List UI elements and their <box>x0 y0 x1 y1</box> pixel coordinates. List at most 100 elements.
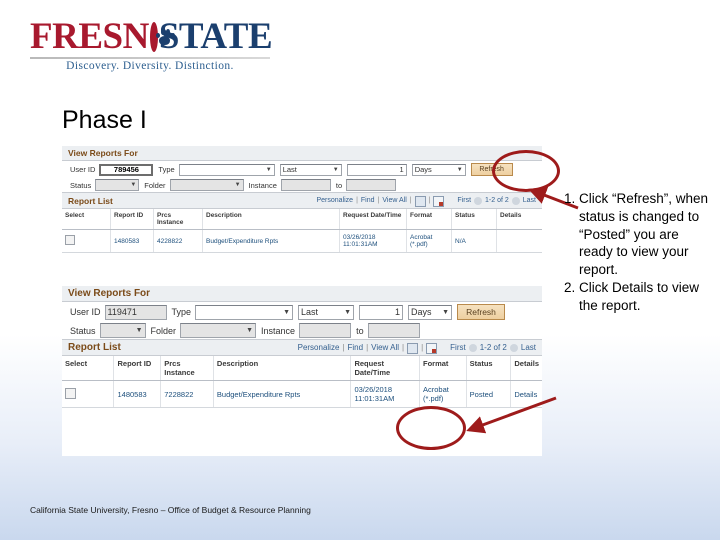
tool-separator: | <box>409 197 412 204</box>
row-details <box>496 229 542 253</box>
previous-arrow-icon[interactable] <box>474 196 483 205</box>
folder-label-bottom: Folder <box>150 325 177 336</box>
col-request-datetime: Request Date/Time <box>350 356 420 381</box>
col-prcs-instance: Prcs Instance <box>160 356 214 381</box>
table-row: 1480583 7228822 Budget/Expenditure Rpts … <box>62 380 542 408</box>
last-select-top[interactable]: Last ▼ <box>279 163 342 176</box>
details-link[interactable]: Details <box>510 380 542 408</box>
folder-select-top[interactable]: ▼ <box>169 179 244 191</box>
view-all-link-top[interactable]: View All <box>382 197 406 204</box>
chevron-down-icon: ▼ <box>283 308 291 316</box>
col-description: Description <box>213 356 352 381</box>
page-range-top: 1-2 of 2 <box>485 197 509 204</box>
col-format: Format <box>419 356 467 381</box>
next-arrow-icon[interactable] <box>509 343 518 352</box>
row-format: Acrobat (*.pdf) <box>419 380 467 408</box>
view-all-link-bottom[interactable]: View All <box>371 343 399 352</box>
row-report-id: 1480583 <box>113 380 162 408</box>
page-title: Phase I <box>62 106 147 134</box>
report-list-header-bottom: Report List Personalize | Find | View Al… <box>62 339 542 356</box>
grid-view-icon[interactable] <box>414 196 426 207</box>
report-list-table-top: Select Report ID Prcs Instance Descripti… <box>62 209 542 253</box>
row-select-cell <box>62 229 111 253</box>
table-header-row: Select Report ID Prcs Instance Descripti… <box>62 356 542 381</box>
personalize-link-top[interactable]: Personalize <box>317 197 354 204</box>
row-status: Posted <box>466 380 512 408</box>
days-select-bottom[interactable]: Days ▼ <box>408 304 453 320</box>
last-count-input-top[interactable]: 1 <box>346 163 407 176</box>
col-report-id: Report ID <box>113 356 162 381</box>
view-reports-for-header-top: View Reports For <box>62 146 542 161</box>
folder-label-top: Folder <box>144 180 166 190</box>
instance-label-bottom: Instance <box>261 325 296 336</box>
last-select-bottom[interactable]: Last ▼ <box>298 304 355 320</box>
user-id-input-top[interactable]: 789456 <box>99 163 154 176</box>
logo-text-fresno: FRESN <box>30 16 149 57</box>
type-select-bottom[interactable]: ▼ <box>195 304 294 320</box>
download-excel-icon[interactable] <box>426 343 438 354</box>
table-row: 1480583 4228822 Budget/Expenditure Rpts … <box>62 229 542 253</box>
next-arrow-icon[interactable] <box>511 196 520 205</box>
report-list-header-top: Report List Personalize | Find | View Al… <box>62 192 542 209</box>
to-label-top: to <box>335 180 343 190</box>
report-list-title-bottom: Report List <box>68 342 121 353</box>
criteria-row-2-bottom: Status ▼ Folder ▼ Instance to <box>62 321 542 339</box>
tool-separator: | <box>421 343 424 352</box>
instance-to-input-top[interactable] <box>346 179 397 191</box>
instance-label-top: Instance <box>248 180 277 190</box>
grid-view-icon[interactable] <box>407 343 419 354</box>
find-link-bottom[interactable]: Find <box>348 343 364 352</box>
type-select-top[interactable]: ▼ <box>178 163 275 176</box>
screenshot-panel-bottom: View Reports For User ID 119471 Type ▼ L… <box>62 286 542 456</box>
row-description: Budget/Expenditure Rpts <box>202 229 340 253</box>
report-list-tools-top: Personalize | Find | View All | | First … <box>317 195 536 207</box>
days-select-top[interactable]: Days ▼ <box>411 163 466 176</box>
row-prcs-instance: 4228822 <box>153 229 203 253</box>
report-list-pager-top: First 1-2 of 2 Last <box>457 196 536 205</box>
col-select: Select <box>62 209 111 230</box>
find-link-top[interactable]: Find <box>361 197 375 204</box>
type-label-top: Type <box>158 165 175 174</box>
col-select: Select <box>62 356 115 381</box>
report-list-title-top: Report List <box>68 195 113 206</box>
instruction-item-1: Click “Refresh”, when status is changed … <box>579 190 712 279</box>
fresno-state-logo: FRESN STATE Discovery. Diversity. Distinc… <box>30 16 273 72</box>
row-checkbox[interactable] <box>65 387 76 399</box>
annotation-ellipse-details <box>396 406 466 450</box>
last-link-top[interactable]: Last <box>523 197 536 204</box>
status-label-top: Status <box>70 180 92 190</box>
col-details: Details <box>496 209 542 230</box>
refresh-button-bottom[interactable]: Refresh <box>457 304 506 320</box>
type-label-bottom: Type <box>171 307 192 317</box>
first-link-top[interactable]: First <box>457 197 471 204</box>
row-select-cell <box>62 380 115 408</box>
user-id-input-bottom[interactable]: 119471 <box>104 304 167 320</box>
tool-separator: | <box>342 343 345 352</box>
annotation-ellipse-refresh <box>492 150 560 192</box>
status-select-bottom[interactable]: ▼ <box>99 323 146 338</box>
folder-select-bottom[interactable]: ▼ <box>180 323 257 338</box>
chevron-down-icon: ▼ <box>442 308 450 316</box>
previous-arrow-icon[interactable] <box>468 343 477 352</box>
personalize-link-bottom[interactable]: Personalize <box>298 343 340 352</box>
col-status: Status <box>466 356 512 381</box>
user-id-label-top: User ID <box>70 165 96 174</box>
view-reports-for-header-bottom: View Reports For <box>62 286 542 302</box>
to-label-bottom: to <box>356 325 364 336</box>
tool-separator: | <box>402 343 405 352</box>
instruction-item-2: Click Details to view the report. <box>579 279 712 315</box>
row-request-datetime: 03/26/2018 11:01:31AM <box>339 229 407 253</box>
last-count-input-bottom[interactable]: 1 <box>359 304 404 320</box>
chevron-down-icon: ▼ <box>135 327 143 334</box>
instance-input-top[interactable] <box>280 179 331 191</box>
tool-separator: | <box>356 197 358 204</box>
row-checkbox[interactable] <box>65 235 75 245</box>
first-link-bottom[interactable]: First <box>450 343 466 352</box>
instance-to-input-bottom[interactable] <box>367 323 420 338</box>
download-excel-icon[interactable] <box>433 196 445 207</box>
chevron-down-icon: ▼ <box>234 182 241 188</box>
row-status: N/A <box>451 229 497 253</box>
instance-input-bottom[interactable] <box>299 323 352 338</box>
last-link-bottom[interactable]: Last <box>521 343 536 352</box>
status-select-top[interactable]: ▼ <box>95 179 140 191</box>
